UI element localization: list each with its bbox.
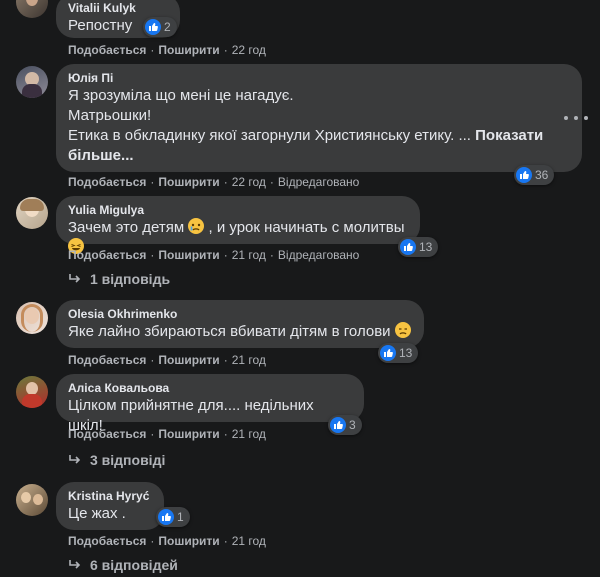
timestamp[interactable]: 21 год: [232, 248, 266, 262]
like-button[interactable]: Подобається: [68, 427, 146, 441]
view-replies-link[interactable]: 3 відповіді: [68, 451, 165, 469]
like-button[interactable]: Подобається: [68, 175, 146, 189]
comment-author[interactable]: Vitalii Kulyk: [68, 0, 168, 16]
more-options-icon[interactable]: [564, 112, 588, 124]
reply-arrow-icon: [69, 274, 81, 283]
timestamp[interactable]: 22 год: [232, 43, 266, 57]
see-more-link[interactable]: Показати: [475, 127, 543, 144]
like-icon: [330, 417, 346, 433]
share-button[interactable]: Поширити: [158, 175, 219, 189]
like-icon: [380, 345, 396, 361]
reaction-number: 13: [399, 346, 413, 360]
comment-actions: Подобається · Поширити · 22 год: [68, 43, 266, 57]
avatar[interactable]: [16, 197, 48, 229]
timestamp[interactable]: 22 год: [232, 175, 266, 189]
reaction-count[interactable]: 1: [156, 507, 190, 527]
like-icon: [158, 509, 174, 525]
comment-text-line: Я зрозуміла що мені це нагадує.: [68, 87, 294, 104]
comment-bubble: Kristina Hyryć Це жах .: [56, 482, 164, 530]
replies-count[interactable]: 6 відповідей: [90, 556, 178, 574]
edited-label[interactable]: Відредаговано: [278, 175, 359, 189]
reaction-number: 1: [177, 510, 184, 524]
comment-text: Яке лайно збираються вбивати дітям в гол…: [68, 322, 412, 342]
reply-arrow-icon: [69, 560, 81, 569]
comment-text: Це жах .: [68, 505, 126, 522]
comment-actions: Подобається · Поширити · 21 год: [68, 353, 266, 367]
comment-actions: Подобається · Поширити · 21 год · Відредагован…: [68, 248, 360, 262]
disappointed-emoji: [394, 322, 411, 338]
comment-text-segment: Яке лайно збираються вбивати дітям в гол…: [68, 323, 395, 340]
like-icon: [400, 239, 416, 255]
comment-text-line: Матрьошки!: [68, 107, 152, 124]
reaction-number: 36: [535, 168, 549, 182]
crying-emoji: [188, 218, 205, 234]
reaction-count[interactable]: 2: [143, 17, 177, 37]
like-button[interactable]: Подобається: [68, 353, 146, 367]
reaction-number: 2: [164, 20, 171, 34]
like-button[interactable]: Подобається: [68, 248, 146, 262]
timestamp[interactable]: 21 год: [232, 534, 266, 548]
avatar[interactable]: [16, 376, 48, 408]
reaction-count[interactable]: 36: [514, 165, 555, 185]
see-more-link-continued[interactable]: більше...: [68, 146, 570, 166]
comment-text-segment: Етика в обкладинку якої загорнули Христи…: [68, 127, 476, 144]
comment-text-segment: , и урок начинать с молитвы: [204, 219, 405, 236]
timestamp[interactable]: 21 год: [232, 427, 266, 441]
share-button[interactable]: Поширити: [158, 427, 219, 441]
comment-actions: Подобається · Поширити · 21 год: [68, 534, 266, 548]
share-button[interactable]: Поширити: [158, 353, 219, 367]
like-icon: [145, 19, 161, 35]
comment-bubble: Юлія Пі Я зрозуміла що мені це нагадує. …: [56, 64, 582, 172]
avatar[interactable]: [16, 302, 48, 334]
reply-arrow-icon: [69, 455, 81, 464]
like-button[interactable]: Подобається: [68, 534, 146, 548]
comment-text-line: Етика в обкладинку якої загорнули Христи…: [68, 126, 570, 146]
comment-bubble: Yulia Migulya Зачем это детям , и урок н…: [56, 196, 420, 254]
replies-count[interactable]: 1 відповідь: [90, 270, 170, 288]
comment-author[interactable]: Olesia Okhrimenko: [68, 306, 412, 322]
avatar[interactable]: [16, 484, 48, 516]
view-replies-link[interactable]: 1 відповідь: [68, 270, 170, 288]
timestamp[interactable]: 21 год: [232, 353, 266, 367]
comment-author[interactable]: Yulia Migulya: [68, 202, 408, 218]
reaction-count[interactable]: 3: [328, 415, 362, 435]
like-button[interactable]: Подобається: [68, 43, 146, 57]
comment-author[interactable]: Юлія Пі: [68, 70, 570, 86]
replies-count[interactable]: 3 відповіді: [90, 451, 165, 469]
share-button[interactable]: Поширити: [158, 43, 219, 57]
avatar[interactable]: [16, 66, 48, 98]
edited-label[interactable]: Відредаговано: [278, 248, 359, 262]
share-button[interactable]: Поширити: [158, 534, 219, 548]
comment-actions: Подобається · Поширити · 21 год: [68, 427, 266, 441]
comment-author[interactable]: Kristina Hyryć: [68, 488, 152, 504]
like-icon: [516, 167, 532, 183]
reaction-count[interactable]: 13: [378, 343, 419, 363]
comment-text-segment: Зачем это детям: [68, 219, 189, 236]
reaction-count[interactable]: 13: [398, 237, 439, 257]
reaction-number: 13: [419, 240, 433, 254]
avatar[interactable]: [16, 0, 48, 18]
comment-actions: Подобається · Поширити · 22 год · Відредагован…: [68, 175, 360, 189]
share-button[interactable]: Поширити: [158, 248, 219, 262]
reaction-number: 3: [349, 418, 356, 432]
comment-bubble: Аліса Ковальова Цілком прийнятне для....…: [56, 374, 364, 434]
comment-bubble: Olesia Okhrimenko Яке лайно збираються в…: [56, 300, 424, 348]
comment-author[interactable]: Аліса Ковальова: [68, 380, 352, 396]
view-replies-link[interactable]: 6 відповідей: [68, 556, 178, 574]
